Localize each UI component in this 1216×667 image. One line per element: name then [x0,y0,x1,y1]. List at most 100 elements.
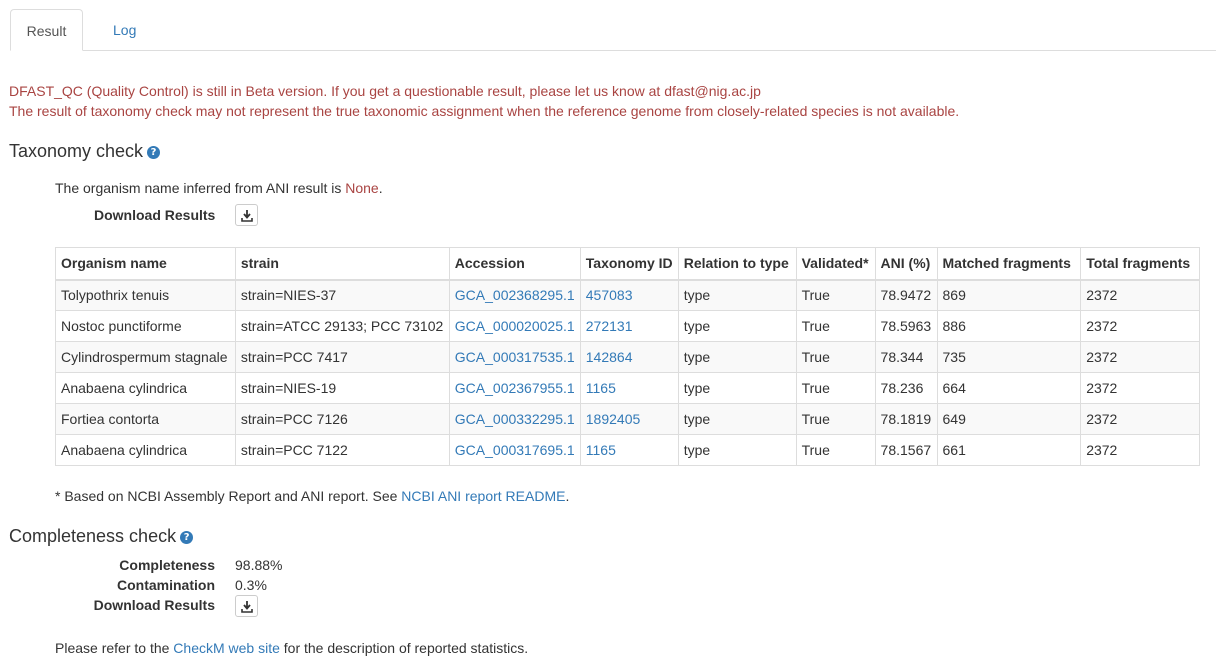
ani-cell: 78.1567 [874,434,938,466]
ncbi-ani-readme-link[interactable]: NCBI ANI report README [401,488,565,504]
inferred-organism-text: The organism name inferred from ANI resu… [55,180,383,196]
table-row: Nostoc punctiforme strain=ATCC 29133; PC… [55,310,1200,342]
tab-log[interactable]: Log [98,9,151,51]
accession-link[interactable]: GCA_002368295.1 [455,287,575,303]
beta-warning: DFAST_QC (Quality Control) is still in B… [9,83,761,99]
contamination-value: 0.3% [235,577,267,593]
col-relation-to-type: Relation to type [677,247,797,281]
validated-cell: True [795,310,876,342]
organism-name-cell: Anabaena cylindrica [55,434,236,466]
tab-bar: Result Log [10,9,1216,51]
completeness-download-label: Download Results [93,597,215,613]
strain-cell: strain=ATCC 29133; PCC 73102 [234,310,450,342]
taxonomy-id-link[interactable]: 457083 [586,287,633,303]
checkm-website-link[interactable]: CheckM web site [173,640,280,656]
accession-link[interactable]: GCA_000332295.1 [455,411,575,427]
ani-cell: 78.236 [874,372,938,404]
inferred-prefix: The organism name inferred from ANI resu… [55,180,346,196]
total-fragments-cell: 2372 [1080,372,1200,404]
question-circle-icon[interactable]: ? [147,146,161,159]
completeness-check-title: Completeness check [9,526,177,546]
refer-suffix: for the description of reported statisti… [279,640,529,656]
matched-fragments-cell: 886 [936,310,1082,342]
matched-fragments-cell: 664 [936,372,1082,404]
table-row: Anabaena cylindrica strain=PCC 7122 GCA_… [55,434,1200,466]
table-header-row: Organism name strain Accession Taxonomy … [55,247,1200,281]
relation-cell: type [677,341,797,373]
strain-cell: strain=NIES-37 [234,279,450,311]
refer-prefix: Please refer to the [55,640,174,656]
col-taxonomy-id: Taxonomy ID [579,247,679,281]
matched-fragments-cell: 869 [936,279,1082,311]
tab-result[interactable]: Result [10,9,83,51]
completeness-value: 98.88% [235,557,283,573]
ani-cell: 78.9472 [874,279,938,311]
relation-cell: type [677,310,797,342]
taxonomy-check-title: Taxonomy check [9,141,144,161]
organism-name-cell: Fortiea contorta [55,403,236,435]
organism-name-cell: Cylindrospermum stagnale [55,341,236,373]
matched-fragments-cell: 661 [936,434,1082,466]
total-fragments-cell: 2372 [1080,403,1200,435]
table-row: Anabaena cylindrica strain=NIES-19 GCA_0… [55,372,1200,404]
total-fragments-cell: 2372 [1080,279,1200,311]
organism-name-cell: Anabaena cylindrica [55,372,236,404]
organism-name-cell: Tolypothrix tenuis [55,279,236,311]
col-total-fragments: Total fragments [1080,247,1200,281]
validated-cell: True [795,372,876,404]
taxonomy-check-heading: Taxonomy check? [9,141,161,162]
col-organism-name: Organism name [55,247,236,281]
completeness-check-heading: Completeness check? [9,526,194,547]
completeness-download-button[interactable] [235,595,258,617]
strain-cell: strain=NIES-19 [234,372,450,404]
strain-cell: strain=PCC 7122 [234,434,450,466]
relation-cell: type [677,434,797,466]
download-icon [241,601,253,613]
accession-link[interactable]: GCA_000020025.1 [455,318,575,334]
total-fragments-cell: 2372 [1080,341,1200,373]
strain-cell: strain=PCC 7417 [234,341,450,373]
col-accession: Accession [448,247,581,281]
accession-link[interactable]: GCA_000317695.1 [455,442,575,458]
taxonomy-results-table: Organism name strain Accession Taxonomy … [55,247,1200,466]
table-row: Fortiea contorta strain=PCC 7126 GCA_000… [55,403,1200,435]
download-icon [241,210,253,222]
total-fragments-cell: 2372 [1080,310,1200,342]
taxonomy-footnote: * Based on NCBI Assembly Report and ANI … [55,488,569,504]
col-validated: Validated* [795,247,876,281]
matched-fragments-cell: 735 [936,341,1082,373]
validated-cell: True [795,341,876,373]
relation-cell: type [677,372,797,404]
col-strain: strain [234,247,450,281]
completeness-label: Completeness [119,557,215,573]
organism-name-cell: Nostoc punctiforme [55,310,236,342]
relation-cell: type [677,279,797,311]
taxonomy-id-link[interactable]: 272131 [586,318,633,334]
matched-fragments-cell: 649 [936,403,1082,435]
strain-cell: strain=PCC 7126 [234,403,450,435]
taxonomy-download-button[interactable] [235,204,258,226]
question-circle-icon[interactable]: ? [180,531,194,544]
taxonomy-warning: The result of taxonomy check may not rep… [9,103,960,119]
col-matched-fragments: Matched fragments [936,247,1082,281]
taxonomy-download-label: Download Results [94,207,216,223]
taxonomy-id-link[interactable]: 142864 [586,349,633,365]
ani-cell: 78.344 [874,341,938,373]
accession-link[interactable]: GCA_000317535.1 [455,349,575,365]
footnote-suffix: . [565,488,570,504]
taxonomy-id-link[interactable]: 1165 [586,380,616,396]
relation-cell: type [677,403,797,435]
checkm-reference-text: Please refer to the CheckM web site for … [55,640,528,656]
table-row: Cylindrospermum stagnale strain=PCC 7417… [55,341,1200,373]
table-row: Tolypothrix tenuis strain=NIES-37 GCA_00… [55,279,1200,311]
inferred-suffix: . [378,180,383,196]
inferred-organism-value: None [345,180,379,196]
footnote-prefix: * Based on NCBI Assembly Report and ANI … [55,488,402,504]
taxonomy-id-link[interactable]: 1165 [586,442,616,458]
accession-link[interactable]: GCA_002367955.1 [455,380,575,396]
validated-cell: True [795,279,876,311]
taxonomy-id-link[interactable]: 1892405 [586,411,641,427]
col-ani: ANI (%) [874,247,938,281]
ani-cell: 78.1819 [874,403,938,435]
total-fragments-cell: 2372 [1080,434,1200,466]
